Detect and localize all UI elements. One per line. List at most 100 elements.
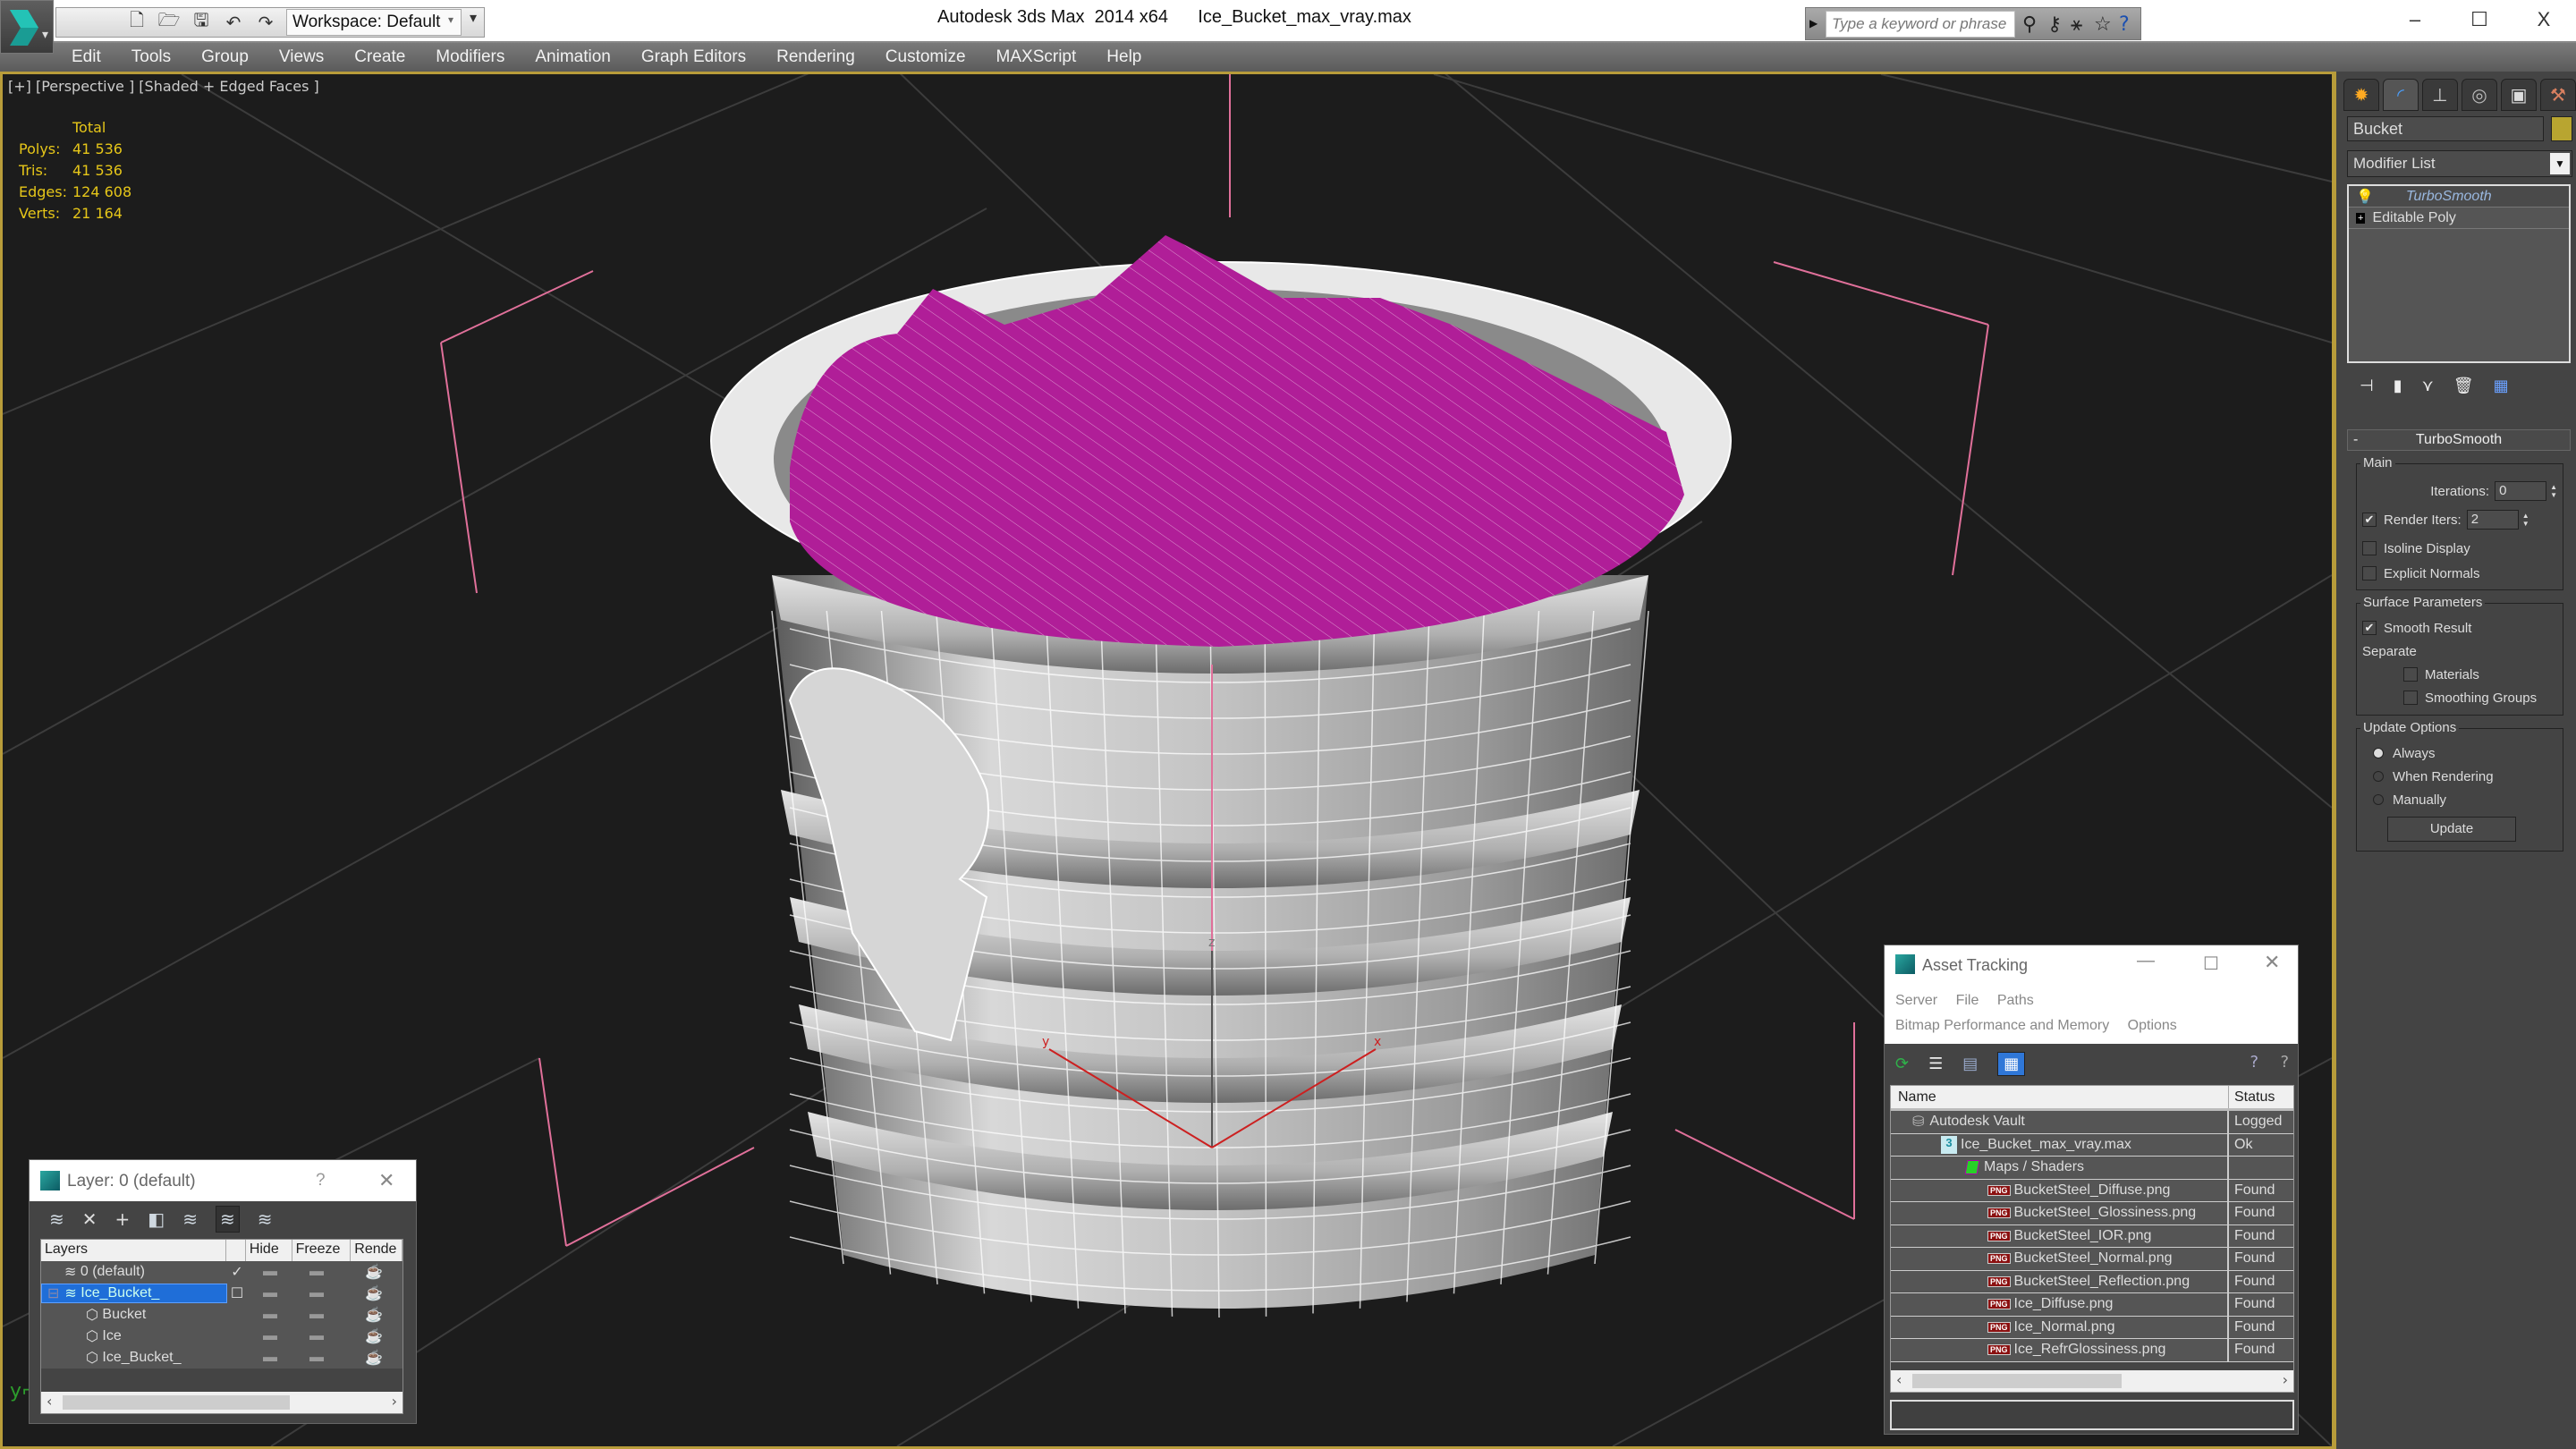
- help-button[interactable]: ?: [316, 1171, 326, 1191]
- expand-plus-icon[interactable]: +: [2356, 212, 2366, 224]
- menu-paths[interactable]: Paths: [1997, 993, 2034, 1008]
- spinner-arrows-icon[interactable]: ▲ ▼: [2550, 483, 2557, 499]
- scroll-left-icon[interactable]: ‹: [1896, 1371, 1902, 1388]
- column-status[interactable]: Status: [2229, 1086, 2293, 1108]
- menu-file[interactable]: File: [1956, 993, 1979, 1008]
- application-menu-button[interactable]: ▾: [0, 0, 54, 54]
- asset-row[interactable]: PNG BucketSteel_Normal.png Found: [1891, 1248, 2293, 1271]
- hide-toggle[interactable]: ▬: [247, 1328, 293, 1344]
- keyword-search-input[interactable]: Type a keyword or phrase: [1826, 11, 2015, 38]
- freeze-toggle[interactable]: ▬: [293, 1328, 340, 1344]
- asset-row[interactable]: PNG Ice_Diffuse.png Found: [1891, 1293, 2293, 1317]
- freeze-toggle[interactable]: ▬: [293, 1264, 340, 1280]
- motion-tab[interactable]: ◎: [2462, 79, 2497, 111]
- display-tab[interactable]: ▣: [2501, 79, 2537, 111]
- menu-animation[interactable]: Animation: [535, 47, 611, 67]
- menu-edit[interactable]: Edit: [72, 47, 101, 67]
- asset-row[interactable]: PNG BucketSteel_IOR.png Found: [1891, 1224, 2293, 1248]
- isoline-display-checkbox[interactable]: [2362, 541, 2377, 555]
- radio-always[interactable]: [2373, 748, 2384, 758]
- radio-when-rendering[interactable]: [2373, 771, 2384, 782]
- scroll-right-icon[interactable]: ›: [392, 1393, 397, 1410]
- open-file-icon[interactable]: 🗁: [158, 9, 181, 34]
- help-icon[interactable]: ?: [2119, 13, 2130, 36]
- asset-dialog-titlebar[interactable]: Asset Tracking — ☐ ✕: [1885, 945, 2298, 983]
- new-file-icon[interactable]: 🗋: [126, 9, 148, 34]
- hide-unhide-all-icon[interactable]: ≋: [215, 1206, 240, 1233]
- list-view-icon[interactable]: ☰: [1928, 1055, 1943, 1073]
- customize-qat-button[interactable]: ▾: [465, 9, 481, 36]
- binoculars-icon[interactable]: ⚲: [2022, 13, 2037, 36]
- layer-row[interactable]: ⊟ ≋ Ice_Bucket_ ☐ ▬ ▬ ☕: [41, 1283, 402, 1304]
- update-always-option[interactable]: Always: [2362, 741, 2557, 765]
- maximize-button[interactable]: ☐: [2203, 953, 2219, 975]
- hide-toggle[interactable]: ▬: [247, 1350, 293, 1366]
- stack-item-editable-poly[interactable]: + Editable Poly: [2349, 208, 2569, 229]
- menu-group[interactable]: Group: [201, 47, 249, 67]
- key-icon[interactable]: ⚷: [2047, 13, 2062, 36]
- add-to-layer-icon[interactable]: +: [115, 1208, 131, 1230]
- layer-dialog-titlebar[interactable]: Layer: 0 (default) ? ✕: [30, 1160, 416, 1201]
- render-teapot-icon[interactable]: ☕: [340, 1327, 390, 1345]
- asset-row[interactable]: PNG BucketSteel_Glossiness.png Found: [1891, 1202, 2293, 1225]
- lightbulb-icon[interactable]: 💡: [2356, 188, 2374, 206]
- utilities-tab[interactable]: ⚒: [2540, 79, 2576, 111]
- render-iters-spinner[interactable]: 2: [2466, 510, 2519, 530]
- select-objects-in-layer-icon[interactable]: ◧: [148, 1208, 165, 1230]
- pin-stack-icon[interactable]: ⊣: [2360, 377, 2374, 395]
- current-layer-checkbox[interactable]: ☐: [227, 1284, 247, 1302]
- object-row[interactable]: ⬡ Ice_Bucket_ ▬ ▬ ☕: [41, 1347, 402, 1368]
- column-freeze[interactable]: Freeze: [292, 1240, 352, 1261]
- maximize-button[interactable]: ☐: [2447, 0, 2512, 39]
- iterations-spinner[interactable]: 0: [2495, 481, 2547, 501]
- create-tab[interactable]: ✹: [2343, 79, 2379, 111]
- column-hide[interactable]: Hide: [246, 1240, 292, 1261]
- modify-tab[interactable]: ◜: [2383, 79, 2419, 111]
- close-button[interactable]: ✕: [2264, 951, 2280, 974]
- update-manually-option[interactable]: Manually: [2362, 788, 2557, 811]
- object-name-field[interactable]: Bucket: [2347, 116, 2544, 141]
- star-icon[interactable]: ☆: [2094, 13, 2112, 36]
- asset-row[interactable]: Maps / Shaders: [1891, 1157, 2293, 1180]
- hide-toggle[interactable]: ▬: [247, 1264, 293, 1280]
- menu-create[interactable]: Create: [354, 47, 405, 67]
- asset-row[interactable]: PNG Ice_RefrGlossiness.png Found: [1891, 1339, 2293, 1362]
- modifier-list-dropdown[interactable]: Modifier List ▼: [2347, 150, 2572, 177]
- hide-toggle[interactable]: ▬: [247, 1285, 293, 1301]
- scrollbar-thumb[interactable]: [63, 1395, 290, 1410]
- update-button[interactable]: Update: [2387, 817, 2516, 842]
- explicit-normals-checkbox[interactable]: [2362, 566, 2377, 580]
- spinner-arrows-icon[interactable]: ▲ ▼: [2522, 512, 2529, 528]
- object-color-swatch[interactable]: [2551, 116, 2572, 141]
- freeze-unfreeze-all-icon[interactable]: ≋: [258, 1208, 273, 1230]
- viewport-label[interactable]: [+] [Perspective ] [Shaded + Edged Faces…: [8, 78, 319, 95]
- highlight-selected-layer-icon[interactable]: ≋: [182, 1208, 198, 1230]
- scrollbar-thumb[interactable]: [1912, 1374, 2122, 1388]
- menu-modifiers[interactable]: Modifiers: [436, 47, 504, 67]
- render-teapot-icon[interactable]: ☕: [340, 1306, 390, 1324]
- freeze-toggle[interactable]: ▬: [293, 1350, 340, 1366]
- layer-row[interactable]: ≋ 0 (default) ✓ ▬ ▬ ☕: [41, 1261, 402, 1283]
- menu-bitmap-performance[interactable]: Bitmap Performance and Memory: [1895, 1018, 2109, 1033]
- rollout-header[interactable]: - TurboSmooth: [2347, 429, 2571, 451]
- close-button[interactable]: ✕: [378, 1169, 394, 1192]
- table-view-icon[interactable]: ▦: [1997, 1051, 2026, 1076]
- help-icon[interactable]: ?: [2280, 1053, 2289, 1072]
- current-layer-checkmark-icon[interactable]: ✓: [227, 1263, 247, 1281]
- satellite-icon[interactable]: ⚹: [2071, 13, 2082, 36]
- asset-row[interactable]: ⛁ Autodesk Vault Logged: [1891, 1111, 2293, 1134]
- menu-server[interactable]: Server: [1895, 993, 1937, 1008]
- vault-help-icon[interactable]: ?: [2250, 1053, 2258, 1072]
- asset-row[interactable]: PNG BucketSteel_Diffuse.png Found: [1891, 1179, 2293, 1202]
- close-button[interactable]: X: [2512, 0, 2576, 39]
- render-teapot-icon[interactable]: ☕: [340, 1284, 390, 1302]
- asset-row[interactable]: PNG BucketSteel_Reflection.png Found: [1891, 1270, 2293, 1293]
- stack-item-turbosmooth[interactable]: 💡 TurboSmooth: [2349, 186, 2569, 208]
- horizontal-scrollbar[interactable]: ‹ ›: [41, 1392, 402, 1413]
- render-iters-checkbox[interactable]: ✔: [2362, 513, 2377, 527]
- menu-views[interactable]: Views: [279, 47, 324, 67]
- object-row[interactable]: ⬡ Ice ▬ ▬ ☕: [41, 1326, 402, 1347]
- hide-toggle[interactable]: ▬: [247, 1307, 293, 1323]
- menu-rendering[interactable]: Rendering: [776, 47, 855, 67]
- bucket-model[interactable]: [710, 235, 1732, 1318]
